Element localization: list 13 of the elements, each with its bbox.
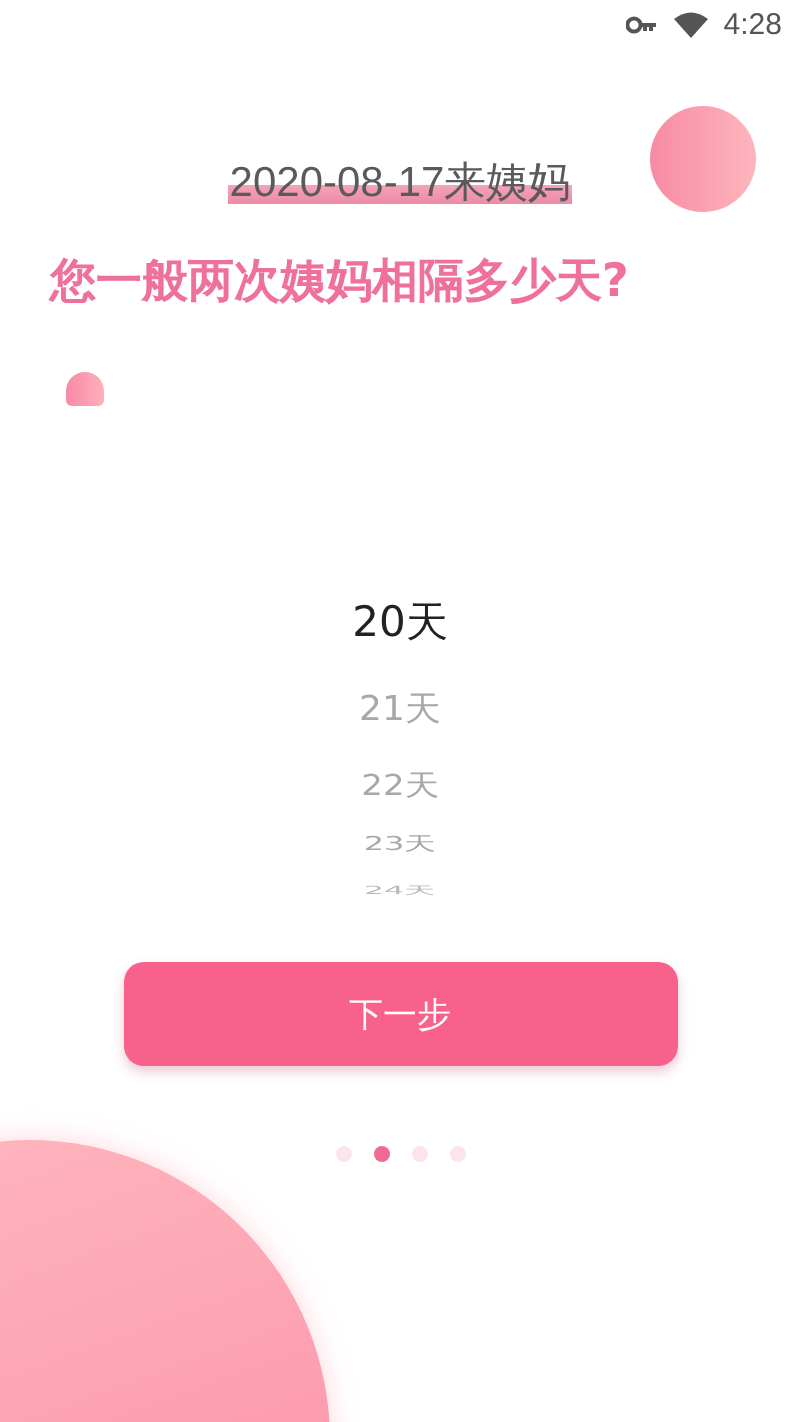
picker-option[interactable]: 21天 (359, 691, 441, 731)
page-dot[interactable] (374, 1146, 390, 1162)
picker-option[interactable]: 20天 (352, 598, 448, 647)
picker-option[interactable]: 22天 (361, 770, 439, 804)
key-icon (625, 15, 658, 33)
picker-option[interactable]: 23天 (363, 834, 437, 857)
next-button[interactable]: 下一步 (123, 962, 677, 1066)
page-dot[interactable] (450, 1146, 466, 1162)
status-time: 4:28 (723, 7, 782, 41)
page-dot[interactable] (412, 1146, 428, 1162)
page-dot[interactable] (336, 1146, 352, 1162)
question-title: 您一般两次姨妈相隔多少天? (50, 254, 631, 312)
wifi-icon (673, 11, 708, 37)
